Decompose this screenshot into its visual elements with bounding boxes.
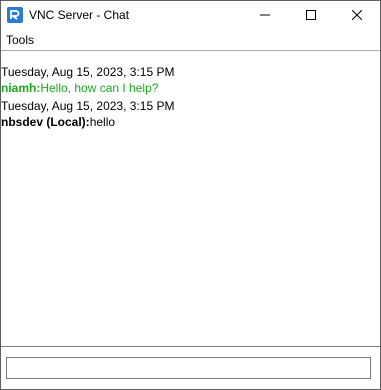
minimize-button[interactable] bbox=[242, 1, 288, 30]
window-title: VNC Server - Chat bbox=[29, 8, 130, 22]
message-text: hello bbox=[89, 115, 116, 129]
message-timestamp: Tuesday, Aug 15, 2023, 3:15 PM bbox=[1, 65, 175, 79]
chat-divider bbox=[1, 346, 380, 347]
minimize-icon bbox=[260, 7, 270, 25]
message-sender: nbsdev (Local): bbox=[1, 115, 90, 129]
menu-bar: Tools bbox=[1, 30, 380, 51]
vnc-logo-icon bbox=[7, 7, 23, 23]
message-sender: niamh: bbox=[1, 81, 41, 95]
close-icon bbox=[351, 7, 363, 25]
close-button[interactable] bbox=[334, 1, 380, 30]
message-text: Hello, how can I help? bbox=[40, 81, 159, 95]
chat-message: nbsdev (Local):hello bbox=[1, 115, 115, 129]
menu-item-tools[interactable]: Tools bbox=[6, 33, 34, 47]
chat-window: VNC Server - Chat Tools Tuesday, Aug 15,… bbox=[0, 0, 381, 390]
maximize-icon bbox=[306, 7, 316, 25]
chat-message: niamh:Hello, how can I help? bbox=[1, 81, 158, 95]
message-timestamp: Tuesday, Aug 15, 2023, 3:15 PM bbox=[1, 99, 175, 113]
maximize-button[interactable] bbox=[288, 1, 334, 30]
message-input[interactable] bbox=[6, 357, 371, 379]
chat-history[interactable]: Tuesday, Aug 15, 2023, 3:15 PM niamh:Hel… bbox=[1, 51, 380, 346]
title-bar[interactable]: VNC Server - Chat bbox=[1, 1, 380, 30]
